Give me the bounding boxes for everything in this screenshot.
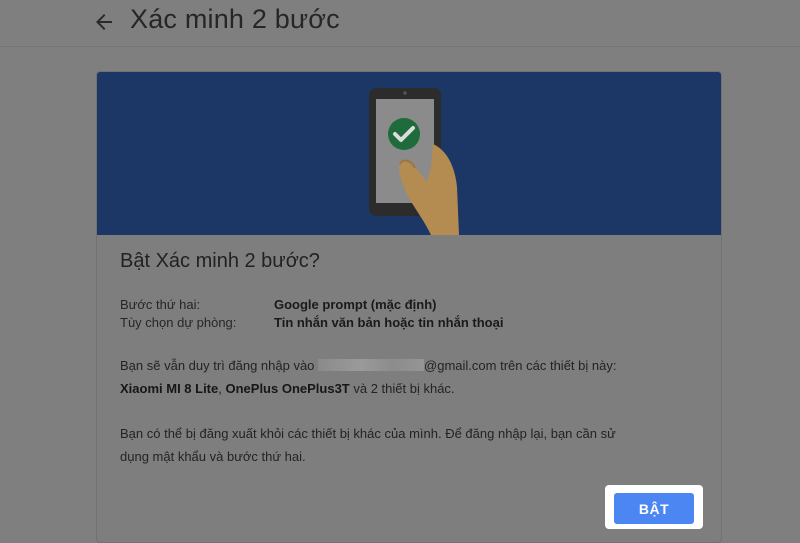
warning-line-2: dụng mật khẩu và bước thứ hai.: [120, 449, 306, 464]
banner: [97, 72, 721, 235]
email-suffix: @gmail.com: [424, 358, 497, 373]
device-1: Xiaomi MI 8 Lite: [120, 381, 219, 396]
signed-in-middle: trên các thiết bị này:: [500, 358, 617, 373]
device-2: OnePlus OnePlus3T: [225, 381, 350, 396]
backup-option-value: Tin nhắn văn bản hoặc tin nhắn thoại: [274, 315, 504, 330]
phone-checkmark-illustration: [369, 88, 459, 235]
confirmation-card: Bật Xác minh 2 bước? Bước thứ hai: Googl…: [96, 71, 722, 543]
backup-option-label: Tùy chọn dự phòng:: [120, 315, 237, 330]
card-heading: Bật Xác minh 2 bước?: [120, 250, 320, 272]
redacted-email: [318, 359, 425, 371]
warning-paragraph: Bạn có thể bị đăng xuất khỏi các thiết b…: [120, 422, 700, 468]
second-step-label: Bước thứ hai:: [120, 297, 201, 312]
second-step-value: Google prompt (mặc định): [274, 297, 437, 312]
signed-in-prefix: Bạn sẽ vẫn duy trì đăng nhập vào: [120, 358, 315, 373]
top-bar: Xác minh 2 bước: [0, 0, 800, 47]
turn-on-button[interactable]: BẬT: [614, 493, 694, 524]
page-title: Xác minh 2 bước: [130, 4, 340, 34]
signed-in-paragraph: Bạn sẽ vẫn duy trì đăng nhập vào @gmail.…: [120, 358, 617, 396]
second-step-row: Bước thứ hai: Google prompt (mặc định): [120, 296, 700, 314]
backup-option-row: Tùy chọn dự phòng: Tin nhắn văn bản hoặc…: [120, 314, 700, 332]
signed-in-suffix: và 2 thiết bị khác.: [353, 381, 455, 396]
warning-line-1: Bạn có thể bị đăng xuất khỏi các thiết b…: [120, 426, 616, 441]
card-content: Bật Xác minh 2 bước? Bước thứ hai: Googl…: [120, 250, 700, 468]
back-arrow-icon[interactable]: [92, 10, 116, 34]
turn-on-highlight: BẬT: [605, 485, 703, 529]
